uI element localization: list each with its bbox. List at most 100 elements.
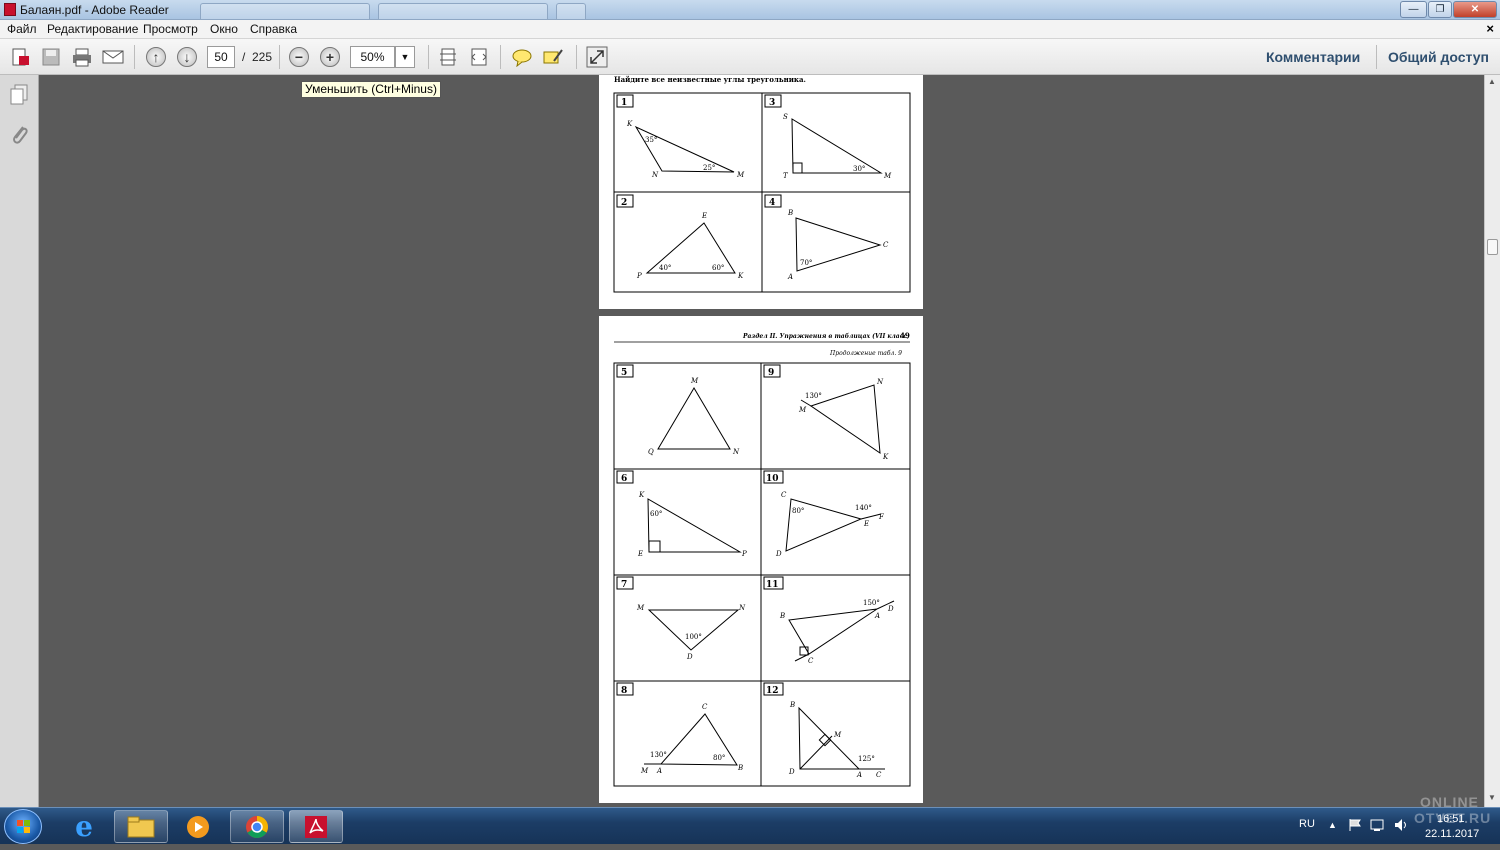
page-header-text: Найдите все неизвестные углы треугольник… [614,75,806,84]
svg-text:150°: 150° [863,599,880,607]
toolbar-separator [500,45,501,69]
svg-text:E: E [863,520,869,528]
page-content: Раздел II. Упражнения в таблицах (VII кл… [613,331,911,787]
page-number: 49 [900,331,910,340]
expand-icon[interactable] [585,45,609,69]
create-pdf-icon[interactable] [8,45,32,69]
taskbar-adobe-reader[interactable] [289,810,343,843]
svg-text:5: 5 [621,368,627,378]
svg-text:B: B [789,701,795,709]
taskbar-file-explorer[interactable] [114,810,168,843]
page-separator: / [242,50,246,64]
triangle-figure [791,118,883,174]
highlight-icon[interactable] [541,45,565,69]
vertical-scrollbar[interactable]: ▲ ▼ [1484,75,1500,807]
triangle-figure [634,125,735,173]
svg-text:C: C [781,491,787,499]
svg-text:K: K [626,120,633,128]
svg-text:B: B [779,612,785,620]
taskbar-internet-explorer[interactable]: e [57,810,111,843]
menu-help[interactable]: Справка [250,22,297,36]
svg-text:N: N [738,604,746,612]
previous-page-button[interactable]: ↑ [144,45,168,69]
fit-page-icon[interactable] [436,45,460,69]
language-indicator[interactable]: RU [1299,818,1315,830]
minus-icon: − [289,47,309,67]
svg-text:B: B [787,209,793,217]
minimize-button[interactable]: — [1400,1,1427,18]
plus-icon: + [320,47,340,67]
scrollbar-thumb[interactable] [1487,239,1498,255]
share-button[interactable]: Общий доступ [1388,49,1489,65]
zoom-out-button[interactable]: − [287,45,311,69]
document-close-icon[interactable]: × [1486,21,1494,36]
menu-view[interactable]: Просмотр [143,22,198,36]
document-page: Раздел II. Упражнения в таблицах (VII кл… [599,316,923,803]
svg-text:P: P [741,550,747,558]
exercise-number: 1 [621,98,627,108]
zoom-dropdown-button[interactable]: ▼ [395,46,415,68]
toolbar-separator [428,45,429,69]
zoom-in-button[interactable]: + [318,45,342,69]
svg-text:30°: 30° [853,165,865,173]
taskbar-chrome[interactable] [230,810,284,843]
svg-text:C: C [808,657,814,665]
clock-date[interactable]: 22.11.2017 [1425,828,1479,840]
menu-file[interactable]: Файл [7,22,37,36]
svg-text:7: 7 [621,580,627,590]
next-page-button[interactable]: ↓ [175,45,199,69]
fit-width-icon[interactable] [467,45,491,69]
triangle-figure [659,713,738,766]
zoom-level-input[interactable]: 50% [350,46,395,68]
triangle-figure [647,609,740,651]
svg-text:11: 11 [766,580,779,590]
svg-text:60°: 60° [712,264,724,272]
svg-text:F: F [878,513,885,521]
toolbar-separator [576,45,577,69]
start-button[interactable] [4,809,42,844]
svg-text:2: 2 [621,198,627,208]
svg-text:80°: 80° [792,507,804,515]
svg-text:D: D [887,605,894,613]
toolbar-separator [1376,45,1377,69]
svg-text:E: E [637,550,643,558]
svg-text:130°: 130° [650,751,667,759]
comments-button[interactable]: Комментарии [1266,49,1360,65]
windows-taskbar: e RU ▲ 16:51 22.11.2017 ONLINE OTVET.RU [0,794,1500,844]
save-icon[interactable] [39,45,63,69]
network-icon[interactable] [1370,818,1386,835]
svg-text:4: 4 [769,198,775,208]
triangle-figure [647,498,742,553]
scroll-up-arrow-icon[interactable]: ▲ [1488,77,1496,86]
svg-text:D: D [788,768,795,776]
taskbar-media-player[interactable] [171,810,225,843]
scroll-down-arrow-icon[interactable]: ▼ [1488,793,1496,802]
email-icon[interactable] [101,45,125,69]
print-icon[interactable] [70,45,94,69]
svg-text:B: B [737,764,743,772]
menu-window[interactable]: Окно [210,22,238,36]
tray-expand-icon[interactable]: ▲ [1328,820,1337,830]
arrow-down-icon: ↓ [177,47,197,67]
svg-text:M: M [833,731,842,739]
page-number-input[interactable]: 50 [207,46,235,68]
action-center-flag-icon[interactable] [1348,818,1362,835]
internet-explorer-icon: e [75,810,93,843]
media-player-icon [187,815,209,838]
close-button[interactable]: ✕ [1453,1,1497,18]
window-titlebar: Балаян.pdf - Adobe Reader — ❐ ✕ [0,0,1500,20]
maximize-button[interactable]: ❐ [1428,1,1452,18]
volume-icon[interactable] [1394,818,1410,835]
svg-text:D: D [686,653,693,661]
svg-text:T: T [783,172,789,180]
menu-bar: Файл Редактирование Просмотр Окно Справк… [0,20,1500,39]
svg-text:60°: 60° [650,510,662,518]
toolbar-separator [134,45,135,69]
navigation-panel [0,75,39,807]
pages-thumbnail-icon[interactable] [9,84,29,111]
folder-icon [127,816,155,837]
menu-edit[interactable]: Редактирование [47,22,138,36]
svg-text:8: 8 [621,686,627,696]
comment-icon[interactable] [510,45,534,69]
attachments-paperclip-icon[interactable] [9,123,29,152]
